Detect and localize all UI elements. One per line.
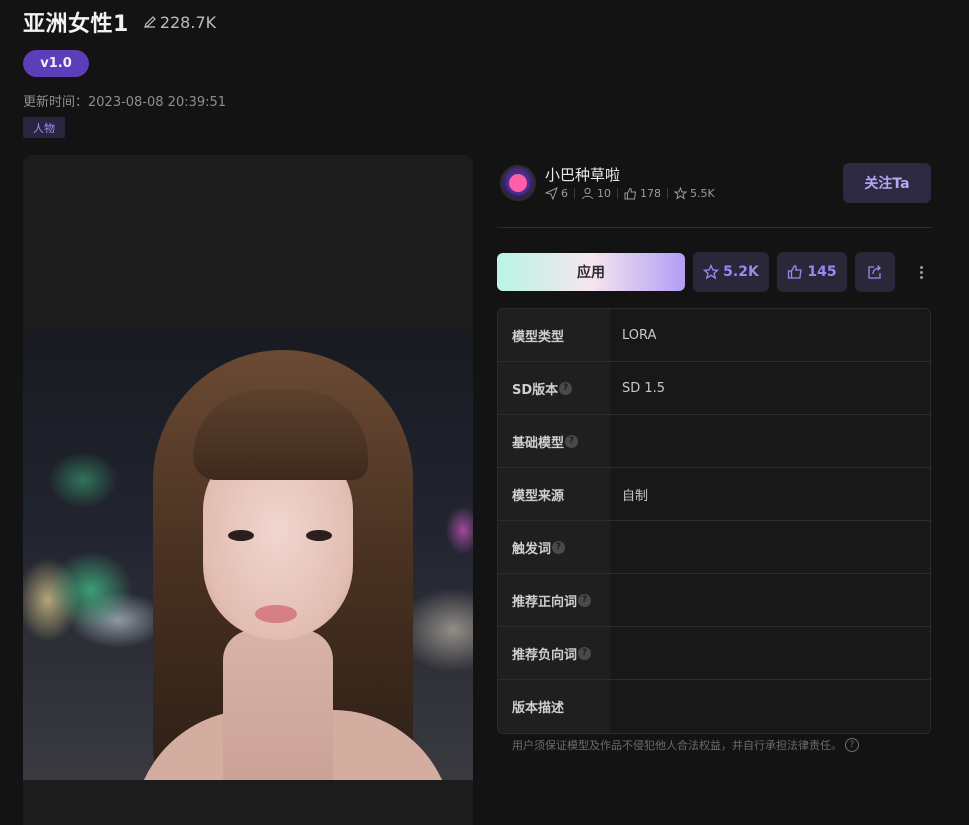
model-info-table: 模型类型 LORA SD版本? SD 1.5 基础模型? 模型来源 自制 触发词… xyxy=(497,308,931,734)
info-row-positive-prompt: 推荐正向词? xyxy=(498,574,930,627)
info-key: 模型类型 xyxy=(498,309,610,361)
author-avatar[interactable] xyxy=(500,165,536,201)
followers-stat: 10 xyxy=(581,187,611,200)
send-icon xyxy=(545,187,558,200)
info-row-version-description: 版本描述 xyxy=(498,680,930,733)
info-key: 触发词? xyxy=(498,521,610,573)
more-options-icon[interactable] xyxy=(912,262,930,282)
view-count: 228.7K xyxy=(143,13,216,32)
info-value xyxy=(610,574,930,626)
info-value: 自制 xyxy=(610,468,930,520)
author-name[interactable]: 小巴种草啦 xyxy=(545,164,620,185)
version-button[interactable]: v1.0 xyxy=(23,50,89,77)
help-icon[interactable]: ? xyxy=(565,434,579,448)
favorite-count: 5.2K xyxy=(723,264,759,280)
star-icon xyxy=(674,187,687,200)
info-key: SD版本? xyxy=(498,362,610,414)
like-count: 145 xyxy=(807,264,837,280)
followers-count: 10 xyxy=(597,187,611,200)
follow-button[interactable]: 关注Ta xyxy=(843,163,931,203)
help-icon[interactable]: ? xyxy=(552,540,566,554)
left-eye-shape xyxy=(228,530,254,541)
thumbs-up-icon xyxy=(624,187,637,200)
stat-divider xyxy=(574,188,575,199)
bangs-shape xyxy=(193,390,368,480)
info-value: LORA xyxy=(610,309,930,361)
preview-image xyxy=(23,330,473,780)
stat-divider xyxy=(617,188,618,199)
question-icon[interactable]: ? xyxy=(845,738,859,752)
stat-divider xyxy=(667,188,668,199)
posts-count: 6 xyxy=(561,187,568,200)
info-key: 版本描述 xyxy=(498,680,610,733)
share-icon xyxy=(868,265,881,279)
likes-stat: 178 xyxy=(624,187,661,200)
info-value xyxy=(610,415,930,467)
right-eye-shape xyxy=(306,530,332,541)
info-row-negative-prompt: 推荐负向词? xyxy=(498,627,930,680)
info-key: 推荐负向词? xyxy=(498,627,610,679)
info-row-trigger-words: 触发词? xyxy=(498,521,930,574)
favorites-stat: 5.5K xyxy=(674,187,715,200)
avatar-figure xyxy=(509,174,527,192)
apply-button[interactable]: 应用 xyxy=(497,253,685,291)
share-button[interactable] xyxy=(855,252,895,292)
disclaimer-text: 用户须保证模型及作品不侵犯他人合法权益，并自行承担法律责任。 xyxy=(512,739,842,752)
user-icon xyxy=(582,187,593,200)
info-row-model-type: 模型类型 LORA xyxy=(498,309,930,362)
update-time: 更新时间：2023-08-08 20:39:51 xyxy=(23,95,227,110)
title-row: 亚洲女性1 228.7K xyxy=(23,6,216,38)
like-button[interactable]: 145 xyxy=(777,252,847,292)
edit-icon xyxy=(143,16,156,28)
info-row-sd-version: SD版本? SD 1.5 xyxy=(498,362,930,415)
help-icon[interactable]: ? xyxy=(578,646,592,660)
view-count-value: 228.7K xyxy=(159,12,217,32)
likes-count: 178 xyxy=(640,187,661,200)
star-icon xyxy=(703,264,720,280)
category-tag[interactable]: 人物 xyxy=(23,117,65,138)
preview-image-container[interactable] xyxy=(23,155,473,825)
neck-shape xyxy=(223,630,333,780)
disclaimer: 用户须保证模型及作品不侵犯他人合法权益，并自行承担法律责任。 ? xyxy=(512,737,859,753)
info-value xyxy=(610,627,930,679)
info-value xyxy=(610,521,930,573)
info-row-model-source: 模型来源 自制 xyxy=(498,468,930,521)
info-value xyxy=(610,680,930,733)
lips-shape xyxy=(255,605,297,623)
info-row-base-model: 基础模型? xyxy=(498,415,930,468)
help-icon[interactable]: ? xyxy=(559,381,573,395)
info-key: 基础模型? xyxy=(498,415,610,467)
help-icon[interactable]: ? xyxy=(578,593,592,607)
author-stats: 6 10 178 5.5K xyxy=(545,187,715,200)
info-key: 推荐正向词? xyxy=(498,574,610,626)
thumbs-up-icon xyxy=(788,265,803,279)
divider xyxy=(497,227,931,228)
posts-stat: 6 xyxy=(545,187,568,200)
page-title: 亚洲女性1 xyxy=(23,12,129,37)
favorites-count: 5.5K xyxy=(690,187,715,200)
favorite-button[interactable]: 5.2K xyxy=(693,252,769,292)
info-value: SD 1.5 xyxy=(610,362,930,414)
info-key: 模型来源 xyxy=(498,468,610,520)
